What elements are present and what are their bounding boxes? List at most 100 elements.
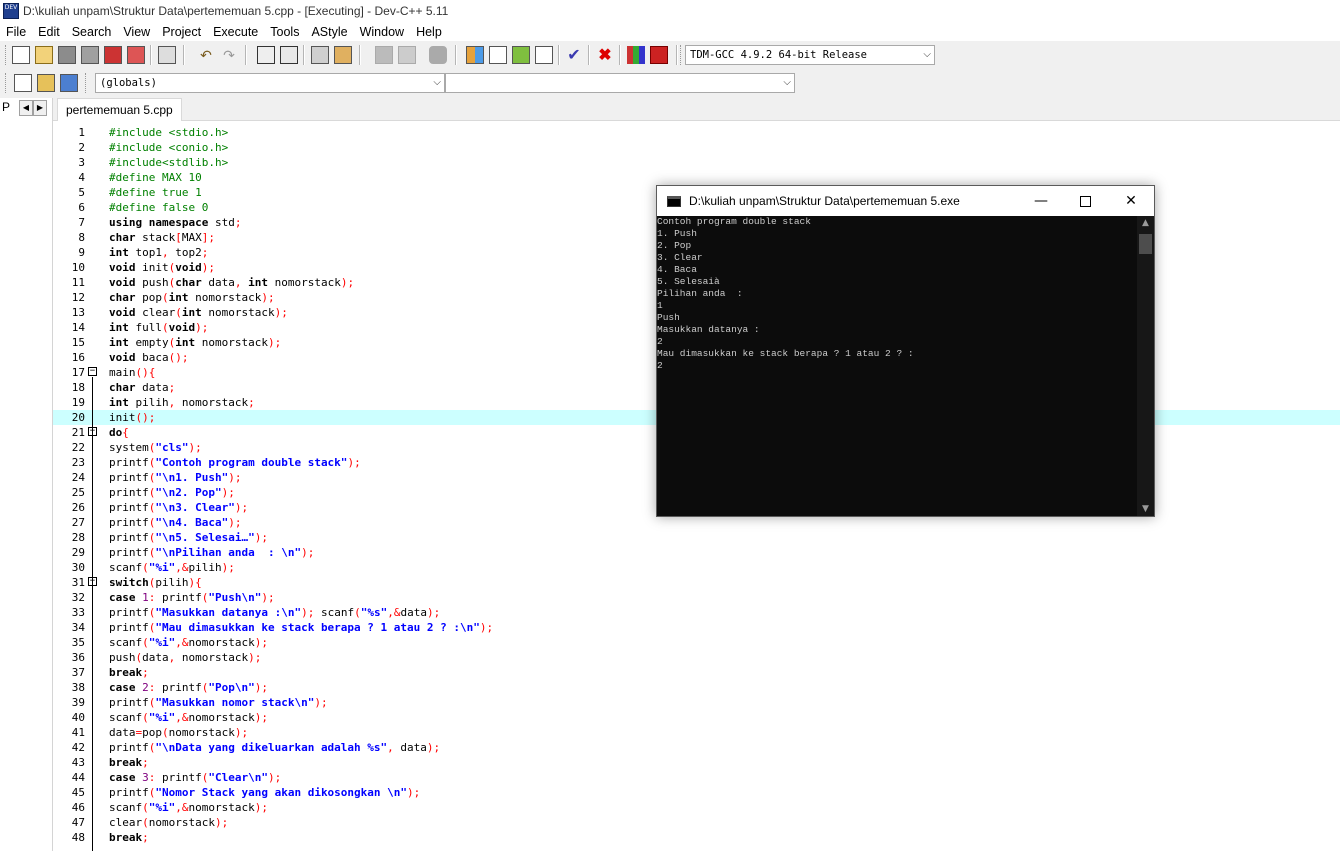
compiler-select[interactable]: TDM-GCC 4.9.2 64-bit Release ⌵ — [685, 45, 935, 65]
find-icon[interactable] — [257, 46, 275, 64]
toolbar-grip[interactable] — [85, 73, 89, 93]
code-text: int pilih, nomorstack; — [109, 396, 255, 409]
bookmark-icon[interactable] — [429, 46, 447, 64]
console-output-line: 1. Push — [657, 228, 697, 239]
new-file-icon[interactable] — [12, 46, 30, 64]
menu-help[interactable]: Help — [410, 25, 448, 39]
code-line[interactable]: 27 printf("\n4. Baca"); — [53, 515, 1340, 530]
console-scrollbar[interactable]: ▲ ▼ — [1137, 216, 1154, 516]
toolbar-separator — [245, 45, 247, 65]
menu-execute[interactable]: Execute — [207, 25, 264, 39]
code-line[interactable]: 43 break; — [53, 755, 1340, 770]
code-line[interactable]: 32 case 1: printf("Push\n"); — [53, 590, 1340, 605]
scope-select[interactable]: (globals) ⌵ — [95, 73, 445, 93]
code-line[interactable]: 1 #include <stdio.h> — [53, 125, 1340, 140]
line-number: 46 — [71, 801, 85, 814]
line-number: 43 — [71, 756, 85, 769]
menu-file[interactable]: File — [0, 25, 32, 39]
menu-project[interactable]: Project — [156, 25, 207, 39]
chart-icon[interactable] — [627, 46, 645, 64]
check-icon[interactable]: ✔ — [565, 46, 583, 64]
console-window[interactable]: D:\kuliah unpam\Struktur Data\pertememua… — [656, 185, 1155, 517]
goto-forward-icon[interactable] — [398, 46, 416, 64]
code-line[interactable]: 4 #define MAX 10 — [53, 170, 1340, 185]
code-line[interactable]: 28 printf("\n5. Selesai…"); — [53, 530, 1340, 545]
menu-astyle[interactable]: AStyle — [305, 25, 353, 39]
code-line[interactable]: 45 printf("Nomor Stack yang akan dikosong… — [53, 785, 1340, 800]
code-line[interactable]: 42 printf("\nData yang dikeluarkan adalah… — [53, 740, 1340, 755]
code-text: #include <conio.h> — [109, 141, 229, 154]
code-line[interactable]: 36 push(data, nomorstack); — [53, 650, 1340, 665]
new-project-icon[interactable] — [466, 46, 484, 64]
code-line[interactable]: 37 break; — [53, 665, 1340, 680]
code-line[interactable]: 3 #include<stdlib.h> — [53, 155, 1340, 170]
close-all-icon[interactable] — [127, 46, 145, 64]
replace-icon[interactable] — [280, 46, 298, 64]
code-line[interactable]: 35 scanf("%i",&nomorstack); — [53, 635, 1340, 650]
chevron-down-icon: ⌵ — [783, 77, 791, 88]
code-line[interactable]: 33 printf("Masukkan datanya :\n"); scanf(… — [53, 605, 1340, 620]
close-icon[interactable] — [104, 46, 122, 64]
minimize-icon[interactable]: — — [1018, 186, 1064, 216]
menu-view[interactable]: View — [117, 25, 156, 39]
scroll-thumb[interactable] — [1139, 234, 1152, 254]
scroll-down-icon[interactable]: ▼ — [1137, 502, 1154, 516]
compile-run-icon[interactable] — [512, 46, 530, 64]
tab-scroll-right-icon[interactable]: ▶ — [33, 100, 47, 116]
code-line[interactable]: 44 case 3: printf("Clear\n"); — [53, 770, 1340, 785]
menu-search[interactable]: Search — [66, 25, 118, 39]
layout-icon[interactable] — [535, 46, 553, 64]
scroll-up-icon[interactable]: ▲ — [1137, 216, 1154, 230]
console-title-bar[interactable]: D:\kuliah unpam\Struktur Data\pertememua… — [657, 186, 1154, 216]
chevron-down-icon: ⌵ — [923, 49, 931, 60]
options-icon[interactable] — [489, 46, 507, 64]
tab-pertememuan-5[interactable]: pertememuan 5.cpp — [57, 98, 182, 121]
member-select[interactable]: ⌵ — [445, 73, 795, 93]
goto-declaration-icon[interactable] — [60, 74, 78, 92]
debug-icon[interactable] — [650, 46, 668, 64]
menu-edit[interactable]: Edit — [32, 25, 66, 39]
maximize-icon[interactable] — [1062, 186, 1108, 216]
project-tab[interactable]: P — [2, 100, 12, 116]
code-line[interactable]: 2 #include <conio.h> — [53, 140, 1340, 155]
code-text: #define MAX 10 — [109, 171, 202, 184]
code-line[interactable]: 34 printf("Mau dimasukkan ke stack berapa… — [53, 620, 1340, 635]
unindent-icon[interactable] — [334, 46, 352, 64]
toolbar-grip[interactable] — [5, 73, 9, 93]
line-number: 24 — [71, 471, 85, 484]
add-folder-icon[interactable] — [37, 74, 55, 92]
code-line[interactable]: 48 break; — [53, 830, 1340, 845]
close-icon[interactable]: ✕ — [1108, 186, 1154, 216]
save-all-icon[interactable] — [81, 46, 99, 64]
toolbar-grip[interactable] — [680, 45, 684, 65]
menu-window[interactable]: Window — [354, 25, 410, 39]
code-text: void push(char data, int nomorstack); — [109, 276, 355, 289]
code-line[interactable]: 29 printf("\nPilihan anda : \n"); — [53, 545, 1340, 560]
stop-icon[interactable]: ✖ — [596, 46, 614, 64]
toolbar-grip[interactable] — [5, 45, 9, 65]
redo-icon[interactable]: ↷ — [220, 46, 238, 64]
menu-tools[interactable]: Tools — [264, 25, 305, 39]
indent-icon[interactable] — [311, 46, 329, 64]
print-icon[interactable] — [158, 46, 176, 64]
tab-scroll-left-icon[interactable]: ◀ — [19, 100, 33, 116]
line-number: 9 — [78, 246, 85, 259]
code-text: case 2: printf("Pop\n"); — [109, 681, 268, 694]
code-text: printf("\n3. Clear"); — [109, 501, 249, 514]
fold-collapse-icon[interactable]: − — [88, 367, 97, 376]
code-line[interactable]: 41 data=pop(nomorstack); — [53, 725, 1340, 740]
code-line[interactable]: 46 scanf("%i",&nomorstack); — [53, 800, 1340, 815]
class-browser-icon[interactable] — [14, 74, 32, 92]
code-line[interactable]: 39 printf("Masukkan nomor stack\n"); — [53, 695, 1340, 710]
open-icon[interactable] — [35, 46, 53, 64]
code-line[interactable]: 31switch(pilih){− — [53, 575, 1340, 590]
save-icon[interactable] — [58, 46, 76, 64]
code-line[interactable]: 40 scanf("%i",&nomorstack); — [53, 710, 1340, 725]
console-output-line: Push — [657, 312, 680, 323]
code-line[interactable]: 30 scanf("%i",&pilih); — [53, 560, 1340, 575]
line-number: 32 — [71, 591, 85, 604]
code-line[interactable]: 47 clear(nomorstack); — [53, 815, 1340, 830]
goto-back-icon[interactable] — [375, 46, 393, 64]
undo-icon[interactable]: ↶ — [197, 46, 215, 64]
code-line[interactable]: 38 case 2: printf("Pop\n"); — [53, 680, 1340, 695]
